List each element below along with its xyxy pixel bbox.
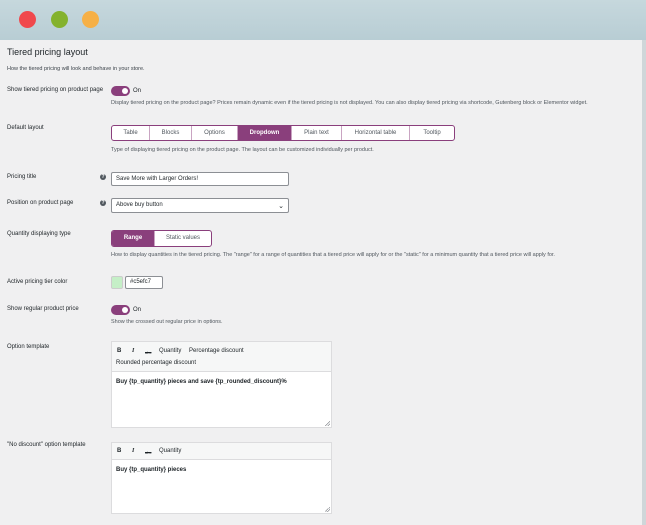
show-tiered-label: Show tiered pricing on product page (7, 87, 104, 93)
resize-handle-icon[interactable] (325, 421, 330, 426)
layout-option-options[interactable]: Options (192, 126, 238, 140)
active-color-input[interactable]: #c5efc7 (125, 276, 163, 289)
help-icon: ? (100, 200, 106, 206)
section-title: Tiered pricing layout (7, 47, 88, 57)
maximize-window-button[interactable] (82, 11, 99, 28)
bold-button[interactable]: B (117, 448, 121, 454)
regular-price-toggle-label: On (133, 307, 142, 313)
default-layout-description: Type of displaying tiered pricing on the… (111, 147, 374, 153)
layout-option-tooltip[interactable]: Tooltip (410, 126, 454, 140)
insert-quantity-button[interactable]: Quantity (159, 448, 181, 454)
color-swatch[interactable] (111, 276, 123, 289)
insert-rounded-discount-button[interactable]: Rounded percentage discount (116, 360, 196, 366)
insert-quantity-button[interactable]: Quantity (159, 348, 181, 354)
default-layout-segmented: Table Blocks Options Dropdown Plain text… (111, 125, 455, 141)
option-template-text[interactable]: Buy {tp_quantity} pieces and save {tp_ro… (116, 379, 287, 385)
italic-button[interactable]: I (132, 348, 134, 354)
position-selected-value: Above buy button (116, 202, 163, 208)
minimize-window-button[interactable] (51, 11, 68, 28)
option-template-label: Option template (7, 344, 50, 350)
option-template-editor: B I abc Quantity Percentage discount Rou… (111, 341, 332, 428)
help-icon: ? (100, 174, 106, 180)
insert-percentage-discount-button[interactable]: Percentage discount (189, 348, 244, 354)
window-titlebar (0, 0, 646, 40)
editor-toolbar: B I abc Quantity (112, 443, 331, 460)
editor-toolbar: B I abc Quantity Percentage discount Rou… (112, 342, 331, 372)
regular-price-label: Show regular product price (7, 306, 79, 312)
layout-option-dropdown[interactable]: Dropdown (238, 126, 292, 140)
regular-price-description: Show the crossed out regular price in op… (111, 319, 223, 325)
show-tiered-description: Display tiered pricing on the product pa… (111, 100, 588, 106)
quantity-type-segmented: Range Static values (111, 230, 212, 247)
position-label: Position on product page (7, 200, 74, 206)
no-discount-template-text[interactable]: Buy {tp_quantity} pieces (116, 467, 186, 473)
no-discount-template-label: "No discount" option template (7, 442, 86, 448)
pricing-title-label: Pricing title (7, 174, 37, 180)
resize-handle-icon[interactable] (325, 507, 330, 512)
show-tiered-toggle-label: On (133, 88, 142, 94)
layout-option-blocks[interactable]: Blocks (150, 126, 192, 140)
pricing-title-input[interactable]: Save More with Larger Orders! (111, 172, 289, 186)
active-color-label: Active pricing tier color (7, 279, 68, 285)
quantity-type-label: Quantity displaying type (7, 231, 71, 237)
show-tiered-toggle[interactable] (111, 86, 130, 96)
regular-price-toggle[interactable] (111, 305, 130, 315)
strikethrough-button[interactable]: abc (145, 450, 151, 455)
bold-button[interactable]: B (117, 348, 121, 354)
italic-button[interactable]: I (132, 448, 134, 454)
layout-option-horizontal-table[interactable]: Horizontal table (342, 126, 410, 140)
layout-option-plain-text[interactable]: Plain text (292, 126, 342, 140)
layout-option-table[interactable]: Table (112, 126, 150, 140)
no-discount-template-editor: B I abc Quantity Buy {tp_quantity} piece… (111, 442, 332, 514)
default-layout-label: Default layout (7, 125, 44, 131)
position-select[interactable]: Above buy button ⌄ (111, 198, 289, 213)
window-edge (642, 40, 646, 525)
chevron-down-icon: ⌄ (278, 203, 284, 210)
section-subtitle: How the tiered pricing will look and beh… (7, 66, 145, 72)
quantity-option-range[interactable]: Range (112, 231, 155, 246)
close-window-button[interactable] (19, 11, 36, 28)
quantity-option-static-values[interactable]: Static values (155, 231, 211, 246)
settings-panel: Tiered pricing layout How the tiered pri… (0, 40, 642, 525)
quantity-type-description: How to display quantities in the tiered … (111, 252, 555, 258)
strikethrough-button[interactable]: abc (145, 350, 151, 355)
